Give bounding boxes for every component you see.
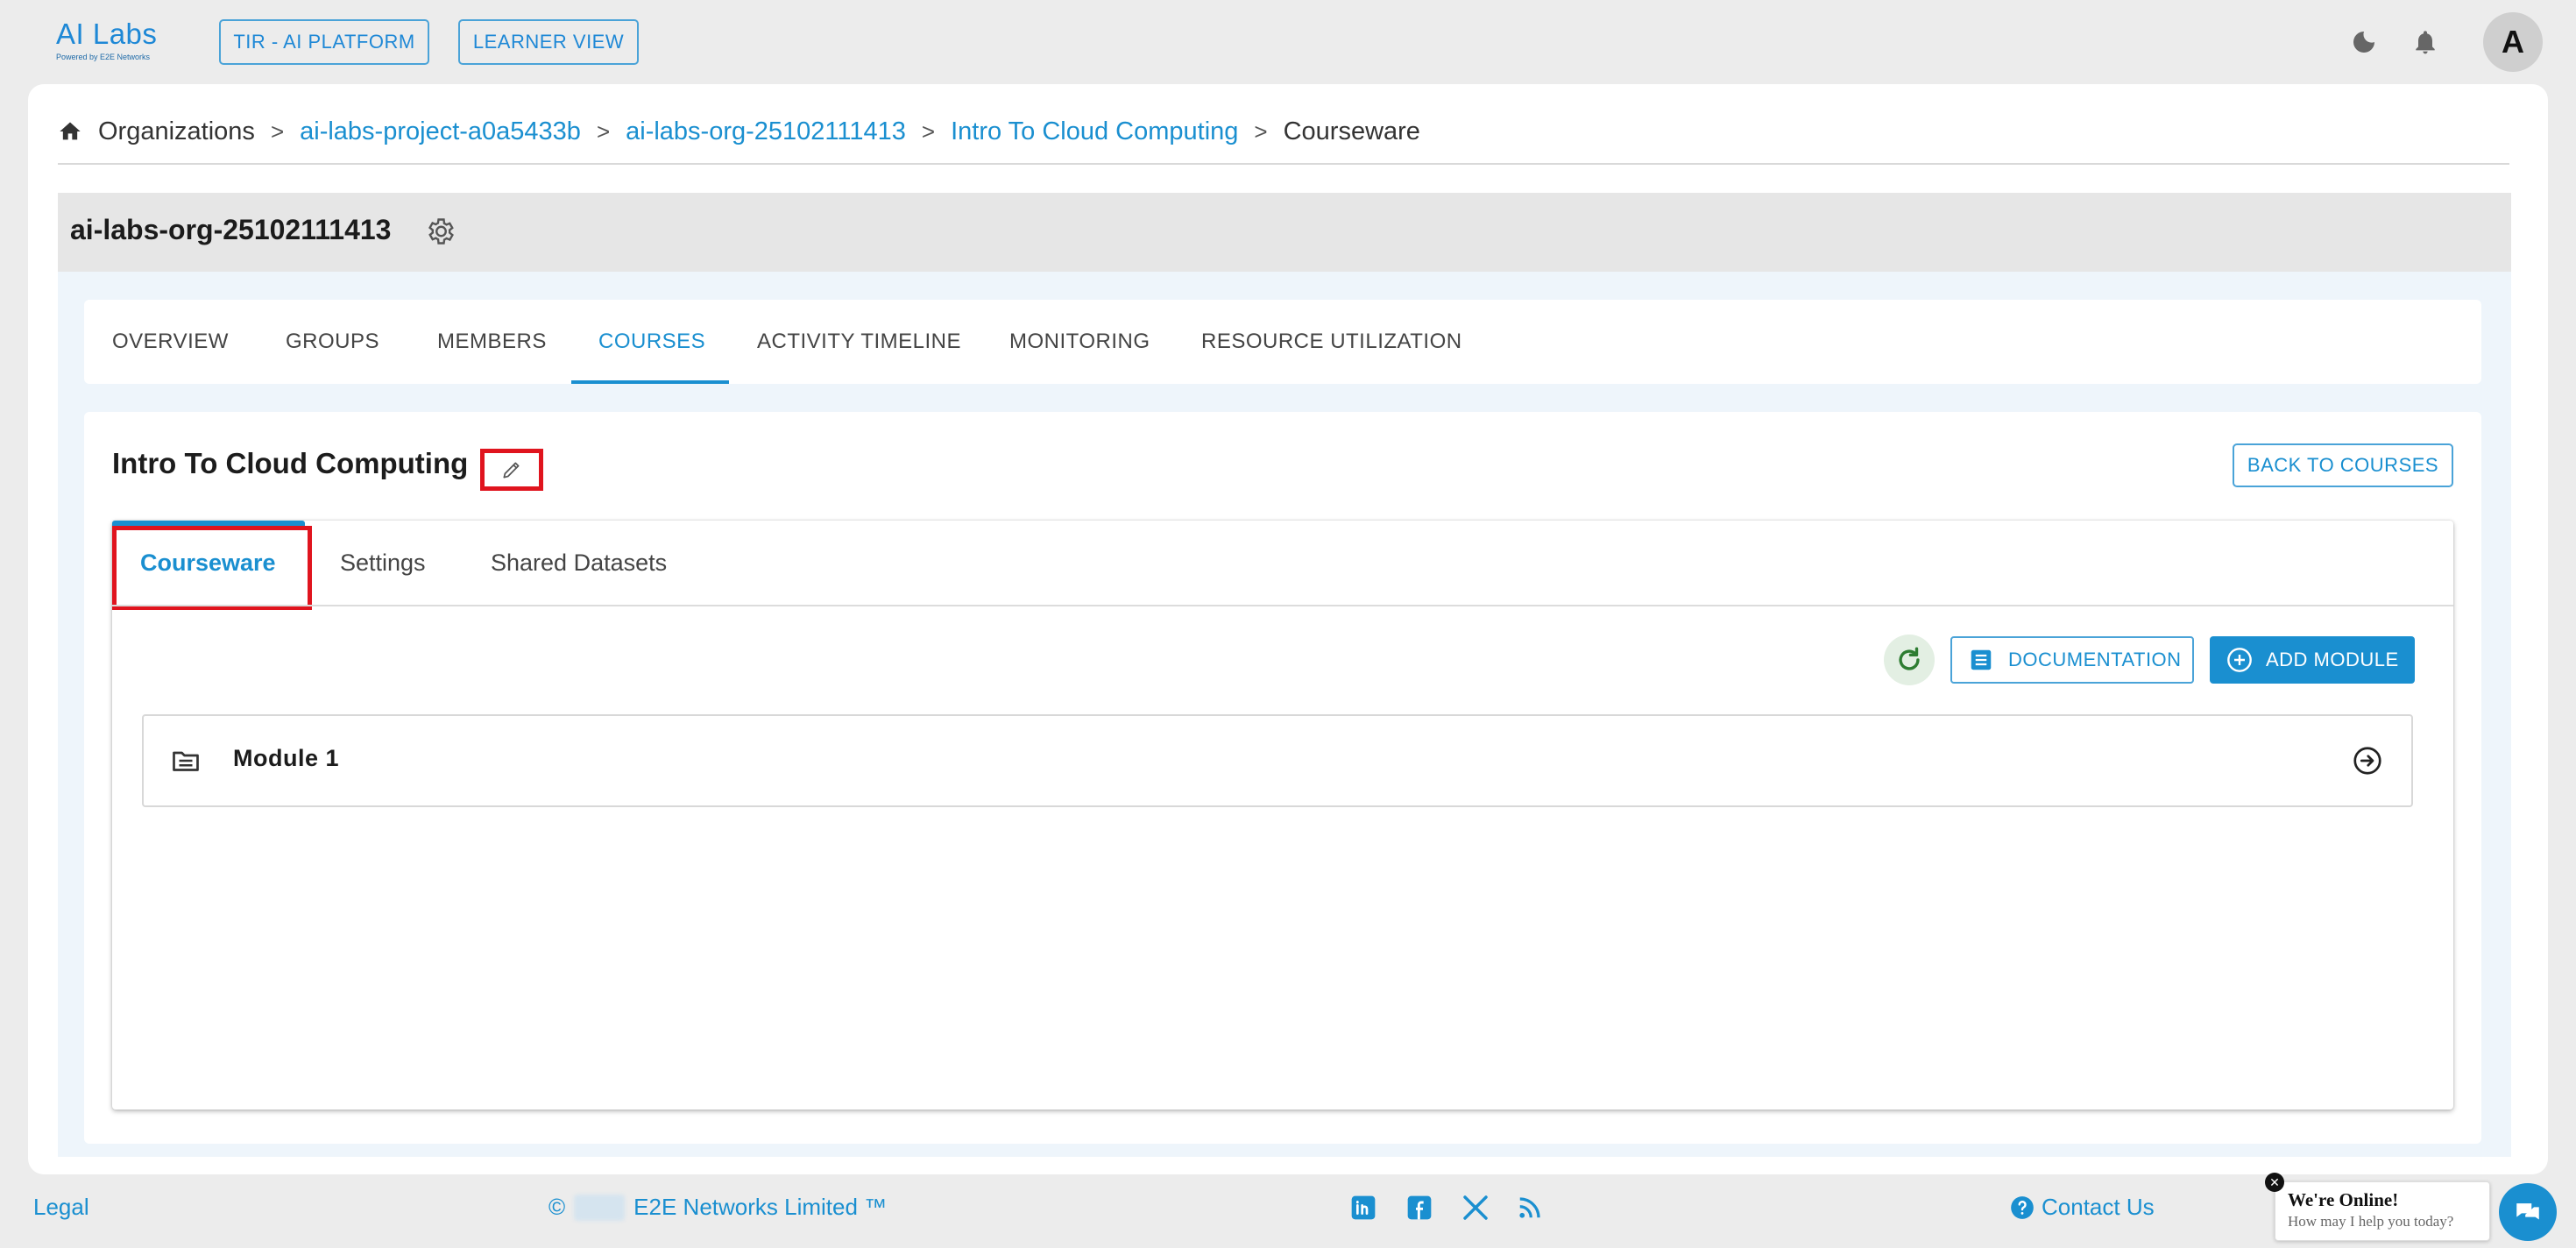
help-circle-icon <box>2011 1195 2034 1219</box>
module-row[interactable] <box>142 714 2413 807</box>
folder-icon <box>170 745 202 776</box>
tab-members[interactable]: MEMBERS <box>437 324 547 359</box>
redacted-year <box>574 1194 626 1221</box>
ai-labs-logo[interactable]: AI Labs Powered by E2E Networks <box>56 18 170 70</box>
org-settings-button[interactable] <box>422 214 457 249</box>
x-icon <box>1463 1195 1488 1220</box>
documentation-button[interactable]: DOCUMENTATION <box>1950 636 2194 684</box>
chat-icon <box>2516 1203 2539 1220</box>
module-name: Module 1 <box>233 745 340 771</box>
breadcrumb-org[interactable]: ai-labs-org-25102111413 <box>626 117 906 146</box>
x-twitter-link[interactable] <box>1460 1192 1491 1223</box>
add-circle-icon <box>2227 648 2252 672</box>
copyright: © E2E Networks Limited ™ <box>548 1194 887 1221</box>
contact-us-link[interactable]: Contact Us <box>2010 1194 2155 1221</box>
tab-activity-timeline[interactable]: ACTIVITY TIMELINE <box>757 324 961 359</box>
sub-tab-courseware[interactable]: Courseware <box>140 545 276 580</box>
document-icon <box>1971 649 1992 670</box>
breadcrumb-project[interactable]: ai-labs-project-a0a5433b <box>300 117 581 146</box>
documentation-label: DOCUMENTATION <box>2008 649 2182 670</box>
edit-course-button[interactable] <box>480 449 543 491</box>
open-module-button[interactable] <box>2352 745 2383 776</box>
breadcrumb: Organizations > ai-labs-project-a0a5433b… <box>58 114 1420 149</box>
linkedin-icon <box>1351 1195 1376 1220</box>
pencil-icon <box>503 462 520 479</box>
breadcrumb-course[interactable]: Intro To Cloud Computing <box>951 117 1238 146</box>
tab-overview[interactable]: OVERVIEW <box>112 324 229 359</box>
breadcrumb-divider <box>58 163 2509 165</box>
close-icon: ✕ <box>2269 1174 2280 1189</box>
chat-title: We're Online! <box>2288 1189 2399 1210</box>
contact-us-label: Contact Us <box>2042 1194 2155 1220</box>
breadcrumb-separator: > <box>596 117 611 145</box>
breadcrumb-separator: > <box>270 117 285 145</box>
tab-resource-utilization[interactable]: RESOURCE UTILIZATION <box>1201 324 1462 359</box>
dark-mode-toggle[interactable] <box>2348 26 2380 58</box>
tir-platform-button[interactable]: TIR - AI PLATFORM <box>219 19 429 65</box>
moon-icon <box>2353 32 2374 53</box>
sub-tab-settings[interactable]: Settings <box>340 545 426 580</box>
learner-view-button[interactable]: LEARNER VIEW <box>458 19 639 65</box>
breadcrumb-separator: > <box>921 117 936 145</box>
courseware-panel <box>112 521 2453 1110</box>
tab-monitoring[interactable]: MONITORING <box>1009 324 1150 359</box>
rss-link[interactable] <box>1514 1192 1546 1223</box>
facebook-icon <box>1407 1195 1432 1220</box>
bell-icon <box>2416 31 2435 54</box>
legal-link[interactable]: Legal <box>33 1194 89 1221</box>
refresh-button[interactable] <box>1884 635 1935 685</box>
breadcrumb-current: Courseware <box>1283 117 1420 145</box>
gear-icon <box>428 218 454 245</box>
sub-tab-divider <box>112 605 2453 606</box>
chat-close-button[interactable]: ✕ <box>2265 1173 2284 1192</box>
chat-subtitle: How may I help you today? <box>2288 1213 2454 1230</box>
tab-groups[interactable]: GROUPS <box>286 324 379 359</box>
chat-greeting[interactable]: We're Online! How may I help you today? <box>2275 1181 2490 1241</box>
company-name: E2E Networks Limited ™ <box>633 1194 888 1220</box>
breadcrumb-separator: > <box>1254 117 1268 145</box>
course-title: Intro To Cloud Computing <box>112 447 469 479</box>
facebook-link[interactable] <box>1404 1192 1435 1223</box>
notifications-button[interactable] <box>2410 25 2441 60</box>
chat-launcher-button[interactable] <box>2499 1183 2557 1241</box>
tab-courses[interactable]: COURSES <box>598 324 705 359</box>
linkedin-link[interactable] <box>1348 1192 1379 1223</box>
arrow-right-circle-icon <box>2353 747 2381 775</box>
copyright-symbol: © <box>548 1194 566 1220</box>
org-title: ai-labs-org-25102111413 <box>70 214 392 245</box>
add-module-label: ADD MODULE <box>2266 649 2399 670</box>
rss-icon <box>1519 1197 1540 1218</box>
add-module-button[interactable]: ADD MODULE <box>2210 636 2415 684</box>
user-avatar[interactable]: A <box>2483 12 2543 72</box>
refresh-icon <box>1899 647 1920 670</box>
sub-tab-shared-datasets[interactable]: Shared Datasets <box>491 545 667 580</box>
active-tab-indicator <box>571 380 729 384</box>
breadcrumb-organizations[interactable]: Organizations <box>98 117 255 146</box>
home-icon[interactable] <box>58 119 82 144</box>
logo-text: AI Labs <box>56 18 158 50</box>
logo-subtitle: Powered by E2E Networks <box>56 53 151 61</box>
back-to-courses-button[interactable]: BACK TO COURSES <box>2233 443 2453 487</box>
